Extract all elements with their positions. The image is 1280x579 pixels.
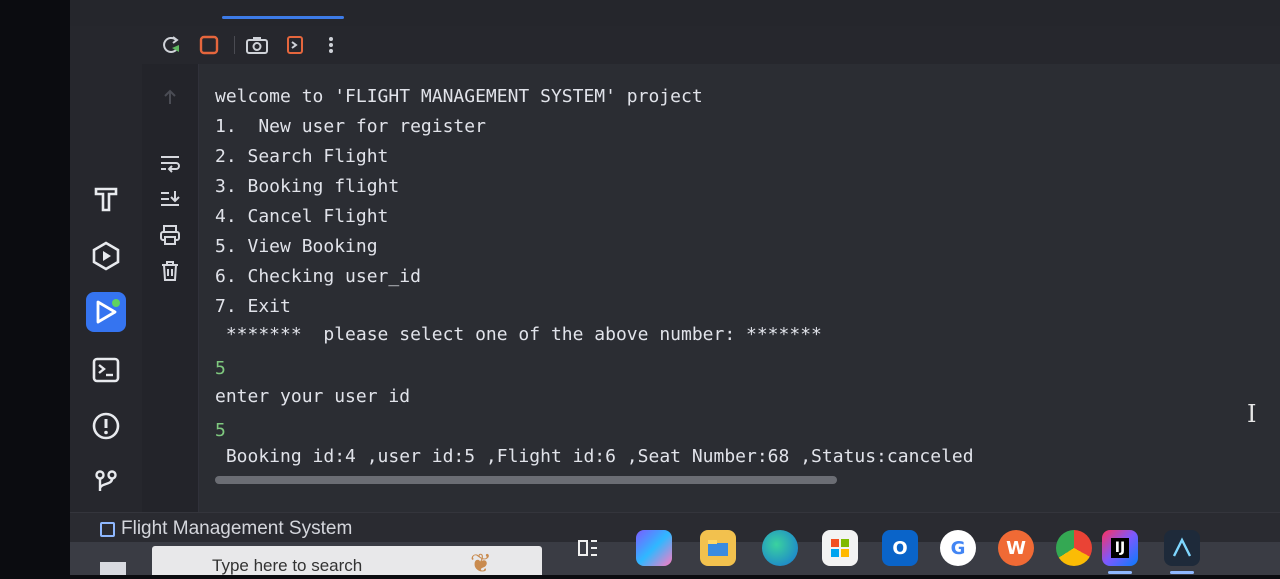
intellij-idea-icon[interactable]: IJ xyxy=(1102,530,1138,574)
run-icon[interactable] xyxy=(86,292,126,332)
run-console-output[interactable]: welcome to 'FLIGHT MANAGEMENT SYSTEM' pr… xyxy=(199,64,1280,512)
rerun-icon[interactable] xyxy=(158,32,184,58)
console-line: 3. Booking flight xyxy=(215,176,400,197)
services-icon[interactable] xyxy=(86,236,126,276)
console-line: welcome to 'FLIGHT MANAGEMENT SYSTEM' pr… xyxy=(215,86,703,107)
chrome-profile-icon[interactable] xyxy=(1056,530,1092,566)
task-view-icon[interactable] xyxy=(570,530,606,566)
console-line: enter your user id xyxy=(215,386,411,407)
file-explorer-icon[interactable] xyxy=(700,530,736,566)
outlook-icon[interactable]: O xyxy=(882,530,918,566)
console-line: ******* please select one of the above n… xyxy=(215,324,822,345)
console-action-bar xyxy=(142,64,199,512)
stop-icon[interactable] xyxy=(196,32,222,58)
console-line: 6. Checking user_id xyxy=(215,266,421,287)
google-chrome-icon[interactable]: G xyxy=(940,530,976,566)
console-user-input: 5 xyxy=(215,358,226,379)
windows-taskbar: Type here to search ❦ O G W IJ xyxy=(70,530,1280,578)
more-vertical-icon[interactable] xyxy=(318,32,344,58)
console-line: Booking id:4 ,user id:5 ,Flight id:6 ,Se… xyxy=(215,446,974,467)
android-studio-icon[interactable] xyxy=(1164,530,1200,574)
search-placeholder: Type here to search xyxy=(212,556,363,575)
horizontal-scrollbar[interactable] xyxy=(215,476,837,484)
soft-wrap-icon[interactable] xyxy=(156,150,184,176)
console-line: 4. Cancel Flight xyxy=(215,206,389,227)
console-line: 7. Exit xyxy=(215,296,291,317)
project-breadcrumb[interactable]: Flight Management System xyxy=(100,518,352,540)
ide-window: welcome to 'FLIGHT MANAGEMENT SYSTEM' pr… xyxy=(70,0,1280,578)
console-line: 1. New user for register xyxy=(215,116,486,137)
problems-icon[interactable] xyxy=(86,406,126,446)
taskbar-search-input[interactable]: Type here to search ❦ xyxy=(152,546,542,578)
scroll-to-end-icon[interactable] xyxy=(156,186,184,212)
console-line: 5. View Booking xyxy=(215,236,378,257)
wps-office-icon[interactable]: W xyxy=(998,530,1034,566)
edge-icon[interactable] xyxy=(762,530,798,566)
windows-start-icon[interactable] xyxy=(100,562,126,575)
run-toolbar xyxy=(70,26,1280,65)
camera-icon[interactable] xyxy=(244,32,270,58)
console-user-input: 5 xyxy=(215,420,226,441)
tool-window-bar xyxy=(70,64,143,512)
print-icon[interactable] xyxy=(156,222,184,248)
tab-strip xyxy=(70,0,1280,27)
terminal-icon[interactable] xyxy=(86,350,126,390)
store-icon[interactable] xyxy=(822,530,858,566)
console-line: 2. Search Flight xyxy=(215,146,389,167)
toolbar-separator xyxy=(234,36,235,54)
build-hammer-icon[interactable] xyxy=(86,178,126,218)
text-cursor-icon: I xyxy=(1247,400,1257,428)
scroll-up-icon[interactable] xyxy=(156,84,184,110)
active-tab-indicator xyxy=(222,16,344,19)
copilot-icon[interactable] xyxy=(636,530,672,566)
status-bar: Flight Management System xyxy=(70,512,1280,543)
clear-all-icon[interactable] xyxy=(156,258,184,284)
module-icon xyxy=(100,521,115,537)
version-control-icon[interactable] xyxy=(86,462,126,502)
search-highlight-icon: ❦ xyxy=(470,548,492,578)
exit-icon[interactable] xyxy=(282,32,308,58)
project-name: Flight Management System xyxy=(121,518,353,539)
